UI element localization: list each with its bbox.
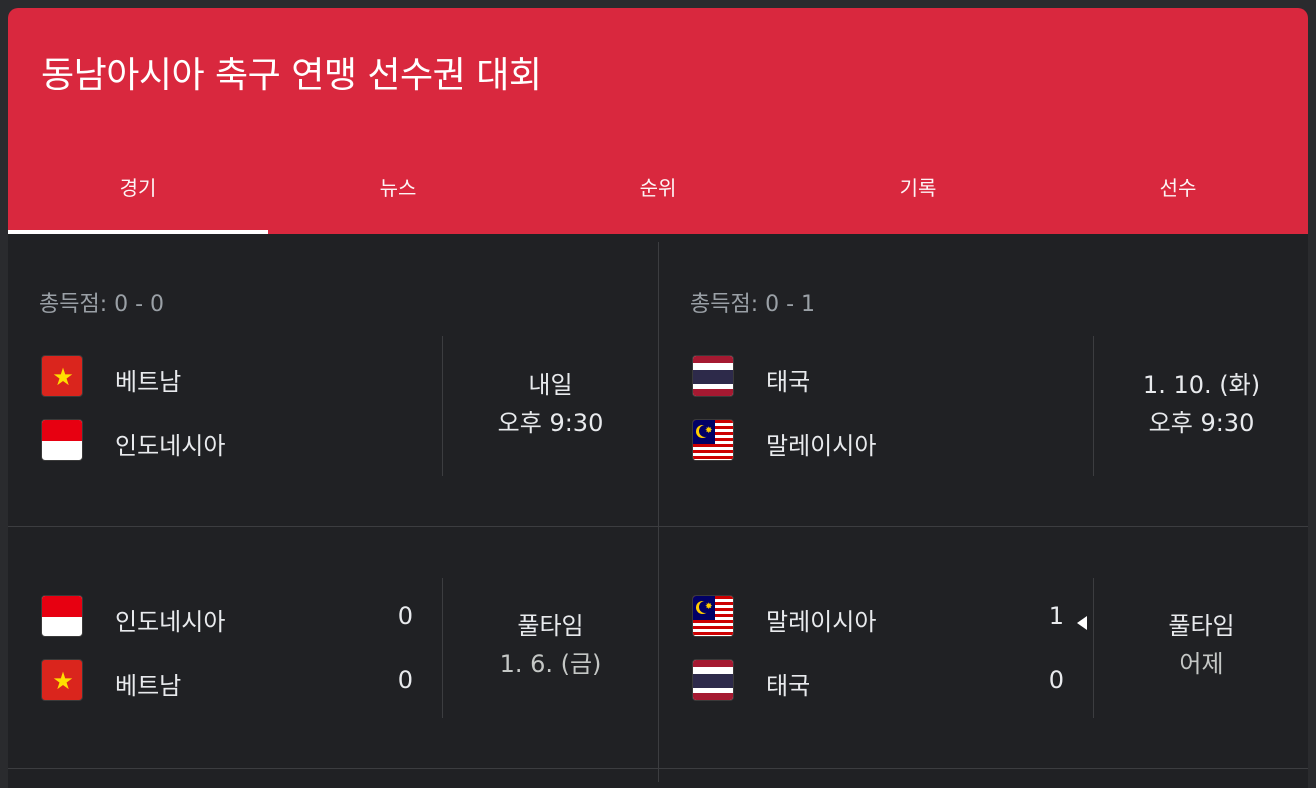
status-date: 1. 10. (화) [1142, 371, 1261, 399]
status-line: 내일 [528, 371, 573, 399]
tab-news[interactable]: 뉴스 [268, 156, 528, 234]
team-row-home: ✸ 말레이시아 1 [692, 595, 1064, 637]
tournament-header: 동남아시아 축구 연맹 선수권 대회 경기 뉴스 순위 기록 선수 [8, 8, 1308, 234]
match-card[interactable]: 총득점: 0 - 1 태국 ✸ 말레이시아 1. 10. (화) 오후 9:30 [659, 242, 1308, 526]
team-row-away: 인도네시아 [41, 419, 225, 461]
match-status: 풀타임 1. 6. (금) [443, 607, 658, 683]
match-status: 1. 10. (화) 오후 9:30 [1094, 366, 1308, 442]
status-time: 오후 9:30 [497, 409, 604, 437]
team-score: 0 [1048, 666, 1064, 694]
tab-stats[interactable]: 기록 [788, 156, 1048, 234]
team-name: 말레이시아 [766, 608, 877, 636]
indonesia-flag-icon [41, 419, 83, 461]
team-score: 1 [1048, 602, 1064, 630]
aggregate-score: 총득점: 0 - 0 [39, 292, 165, 317]
team-name: 말레이시아 [766, 432, 877, 460]
match-card[interactable]: 인도네시아 0 ★ 베트남 0 풀타임 1. 6. (금) [8, 492, 658, 776]
tournament-title: 동남아시아 축구 연맹 선수권 대회 [41, 55, 542, 96]
tournament-card: 동남아시아 축구 연맹 선수권 대회 경기 뉴스 순위 기록 선수 총득점: 0… [8, 8, 1308, 788]
status-time: 오후 9:30 [1148, 409, 1255, 437]
indonesia-flag-icon [41, 595, 83, 637]
team-row-home: 인도네시아 0 [41, 595, 413, 637]
team-row-away: 태국 0 [692, 659, 1064, 701]
team-name: 인도네시아 [115, 432, 226, 460]
tab-label: 기록 [899, 176, 937, 200]
team-row-away: ★ 베트남 0 [41, 659, 413, 701]
team-name: 베트남 [115, 672, 182, 700]
status-line: 풀타임 [517, 612, 584, 640]
tab-label: 뉴스 [379, 176, 417, 200]
team-score: 0 [397, 602, 413, 630]
team-name: 인도네시아 [115, 608, 226, 636]
team-name: 태국 [766, 672, 811, 700]
malaysia-flag-icon: ✸ [692, 595, 734, 637]
tab-matches[interactable]: 경기 [8, 156, 268, 234]
match-status: 내일 오후 9:30 [443, 366, 658, 442]
thailand-flag-icon [692, 659, 734, 701]
aggregate-score: 총득점: 0 - 1 [690, 292, 816, 317]
tab-bar: 경기 뉴스 순위 기록 선수 [8, 156, 1308, 234]
status-line: 풀타임 [1168, 612, 1235, 640]
team-name: 태국 [766, 368, 811, 396]
winner-indicator-icon [1077, 616, 1087, 630]
team-name: 베트남 [115, 368, 182, 396]
tab-players[interactable]: 선수 [1048, 156, 1308, 234]
vietnam-flag-icon: ★ [41, 355, 83, 397]
vietnam-flag-icon: ★ [41, 659, 83, 701]
status-date: 1. 6. (금) [499, 650, 602, 678]
tab-label: 순위 [639, 176, 677, 200]
tab-standings[interactable]: 순위 [528, 156, 788, 234]
team-row-away: ✸ 말레이시아 [692, 419, 876, 461]
match-status: 풀타임 어제 [1094, 607, 1308, 683]
team-row-home: 태국 [692, 355, 810, 397]
tab-label: 선수 [1159, 176, 1197, 200]
team-row-home: ★ 베트남 [41, 355, 181, 397]
malaysia-flag-icon: ✸ [692, 419, 734, 461]
team-score: 0 [397, 666, 413, 694]
thailand-flag-icon [692, 355, 734, 397]
match-card[interactable]: ✸ 말레이시아 1 태국 0 풀타임 어제 [659, 492, 1308, 776]
status-date: 어제 [1179, 650, 1224, 678]
tab-label: 경기 [119, 176, 157, 200]
match-card[interactable]: 총득점: 0 - 0 ★ 베트남 인도네시아 내일 오후 9:30 [8, 242, 658, 526]
